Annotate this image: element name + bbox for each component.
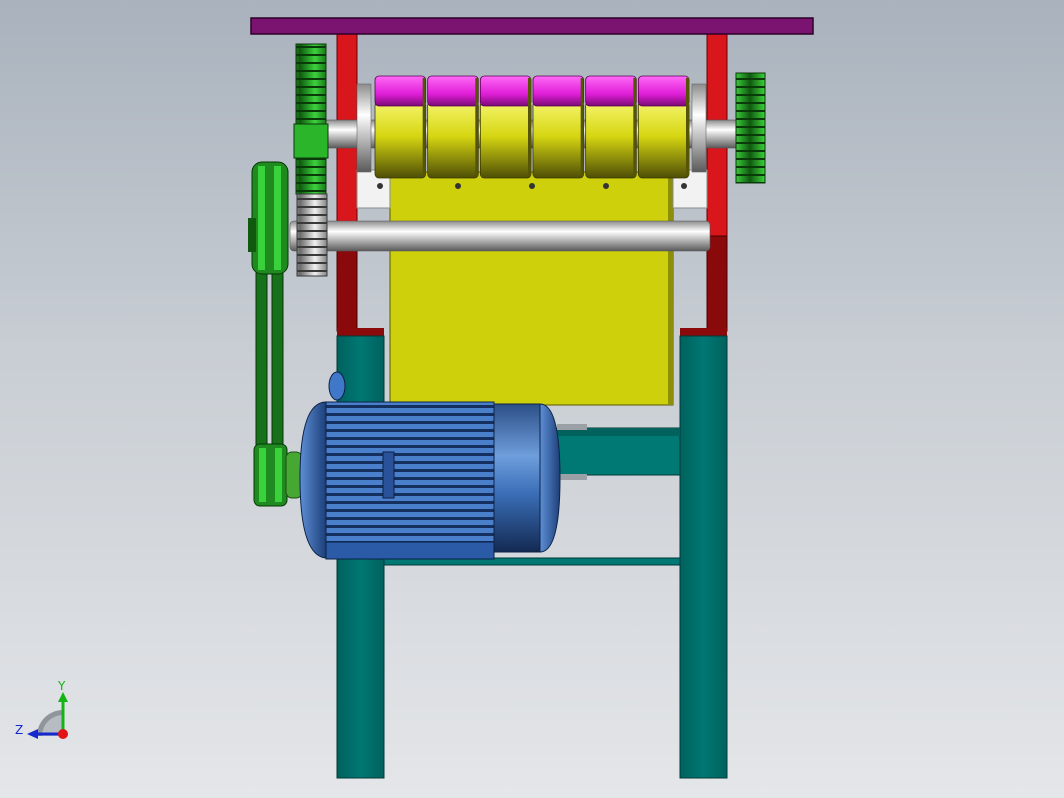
- z-axis-arrowhead: [27, 729, 38, 739]
- y-axis-label: Y: [57, 679, 66, 693]
- mechanical-assembly-view: Y Z: [15, 17, 814, 779]
- hopper-body: [389, 171, 674, 406]
- pulley-motor: [253, 443, 303, 507]
- rivet: [603, 183, 609, 189]
- pulley-upper: [248, 161, 289, 275]
- origin-dot: [58, 729, 68, 739]
- z-axis-label: Z: [15, 723, 23, 737]
- roller-drive-gear: [293, 43, 329, 195]
- motor-mount: [556, 424, 681, 480]
- y-axis-arrowhead: [58, 692, 68, 702]
- roller-segment: [374, 75, 427, 179]
- roller-segment: [585, 75, 637, 179]
- roller-segment: [532, 75, 585, 179]
- rivet: [529, 183, 535, 189]
- roller-segment: [637, 75, 690, 179]
- idler-gear: [296, 193, 328, 277]
- frame-leg-right: [679, 335, 728, 779]
- lower-shaft: [289, 220, 711, 252]
- roller-segment: [479, 75, 532, 179]
- top-plate: [250, 17, 814, 35]
- coordinate-triad: Y Z: [15, 679, 68, 739]
- roller-segment: [427, 75, 479, 179]
- roller-end-gear: [735, 72, 766, 184]
- rivet: [455, 183, 461, 189]
